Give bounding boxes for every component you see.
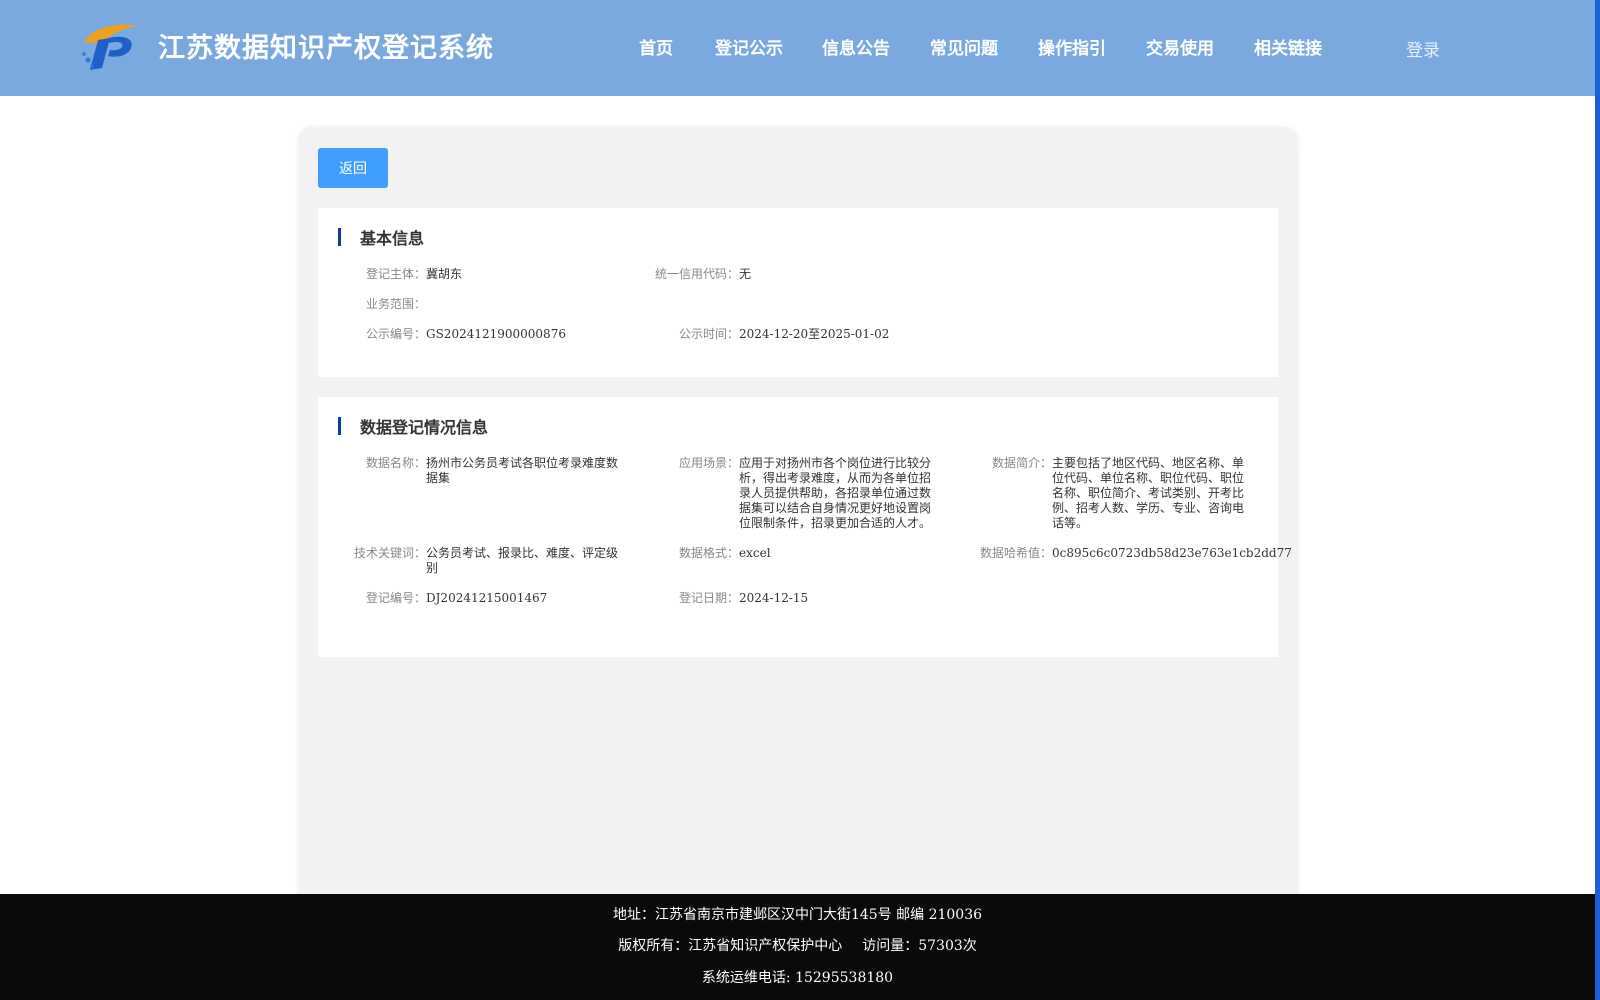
field-data-format: 数据格式： excel [669, 546, 935, 561]
nav-item-registration-notice[interactable]: 登记公示 [696, 34, 802, 60]
header: 江苏数据知识产权登记系统 首页 登记公示 信息公告 常见问题 操作指引 交易使用… [0, 0, 1595, 96]
field-value: DJ20241215001467 [426, 591, 548, 605]
field-label: 登记编号： [365, 591, 426, 605]
field-value: 0c895c6c0723db58d23e763e1cb2dd77 [1052, 546, 1292, 560]
scrollbar-edge [1595, 0, 1600, 1000]
footer-copyright-line: 版权所有：江苏省知识产权保护中心 访问量：57303次 [0, 935, 1595, 955]
section-marker [338, 417, 341, 435]
footer-address: 地址：江苏省南京市建邺区汉中门大街145号 邮编 210036 [612, 907, 983, 923]
field-business-scope: 业务范围： [356, 297, 626, 312]
back-button[interactable]: 返回 [318, 148, 388, 188]
detail-card: 返回 基本信息 登记主体： 冀胡东 统一信用代码： 无 业务范围： 公示编号： … [298, 127, 1298, 907]
field-label: 数据哈希值： [979, 546, 1052, 560]
page: 江苏数据知识产权登记系统 首页 登记公示 信息公告 常见问题 操作指引 交易使用… [0, 0, 1600, 1000]
field-label: 应用场景： [678, 456, 739, 470]
footer-phone: 系统运维电话: 15295538180 [701, 970, 894, 986]
section-title: 基本信息 [360, 229, 425, 248]
nav-item-trading[interactable]: 交易使用 [1126, 34, 1234, 60]
field-value: excel [739, 546, 771, 560]
field-label: 登记主体： [365, 267, 426, 281]
field-application-scenario: 应用场景： 应用于对扬州市各个岗位进行比较分析，得出考录难度，从而为各单位招录人… [669, 456, 935, 531]
nav-item-links[interactable]: 相关链接 [1234, 34, 1342, 60]
field-credit-code: 统一信用代码： 无 [631, 267, 939, 282]
field-label: 公示编号： [365, 327, 426, 341]
field-value: 扬州市公务员考试各职位考录难度数据集 [426, 456, 619, 485]
field-label: 公示时间： [678, 327, 739, 341]
footer: 地址：江苏省南京市建邺区汉中门大街145号 邮编 210036 版权所有：江苏省… [0, 894, 1595, 1000]
section-marker [338, 228, 341, 246]
field-registration-date: 登记日期： 2024-12-15 [669, 591, 935, 606]
field-tech-keywords: 技术关键词： 公务员考试、报录比、难度、评定级别 [344, 546, 622, 576]
data-registration-section: 数据登记情况信息 数据名称： 扬州市公务员考试各职位考录难度数据集 应用场景： … [318, 397, 1292, 657]
field-label: 登记日期： [678, 591, 739, 605]
field-notice-number: 公示编号： GS2024121900000876 [356, 327, 646, 342]
field-label: 数据名称： [365, 456, 426, 470]
field-value: 冀胡东 [426, 267, 463, 281]
nav-item-guide[interactable]: 操作指引 [1018, 34, 1126, 60]
field-registrant: 登记主体： 冀胡东 [356, 267, 626, 282]
field-label: 技术关键词： [353, 546, 426, 560]
field-registration-number: 登记编号： DJ20241215001467 [356, 591, 622, 606]
field-notice-period: 公示时间： 2024-12-20至2025-01-02 [669, 327, 959, 342]
field-label: 数据简介： [991, 456, 1052, 470]
site-title[interactable]: 江苏数据知识产权登记系统 [158, 26, 494, 65]
basic-info-section: 基本信息 登记主体： 冀胡东 统一信用代码： 无 业务范围： 公示编号： GS2… [318, 208, 1278, 377]
field-data-hash: 数据哈希值： 0c895c6c0723db58d23e763e1cb2dd77 [958, 546, 1292, 561]
field-value: 2024-12-20至2025-01-02 [739, 327, 890, 341]
login-link[interactable]: 登录 [1406, 36, 1440, 61]
field-value: 主要包括了地区代码、地区名称、单位代码、单位名称、职位代码、职位名称、职位简介、… [1052, 456, 1245, 530]
field-data-name: 数据名称： 扬州市公务员考试各职位考录难度数据集 [356, 456, 622, 486]
nav-item-faq[interactable]: 常见问题 [910, 34, 1018, 60]
nav-item-home[interactable]: 首页 [616, 34, 696, 60]
main-nav: 首页 登记公示 信息公告 常见问题 操作指引 交易使用 相关链接 [616, 34, 1342, 60]
site-logo-icon[interactable] [80, 20, 140, 72]
section-title: 数据登记情况信息 [360, 418, 489, 437]
field-value: 公务员考试、报录比、难度、评定级别 [426, 546, 619, 575]
field-data-summary: 数据简介： 主要包括了地区代码、地区名称、单位代码、单位名称、职位代码、职位名称… [982, 456, 1248, 531]
footer-copyright: 版权所有：江苏省知识产权保护中心 [618, 938, 843, 954]
nav-item-announcements[interactable]: 信息公告 [802, 34, 910, 60]
field-label: 业务范围： [365, 297, 426, 311]
footer-visit-count: 访问量：57303次 [862, 938, 977, 954]
field-label: 统一信用代码： [654, 267, 739, 281]
field-value: 无 [739, 267, 752, 281]
field-label: 数据格式： [678, 546, 739, 560]
field-value: GS2024121900000876 [426, 327, 566, 341]
field-value: 2024-12-15 [739, 591, 809, 605]
field-value: 应用于对扬州市各个岗位进行比较分析，得出考录难度，从而为各单位招录人员提供帮助，… [739, 456, 932, 530]
